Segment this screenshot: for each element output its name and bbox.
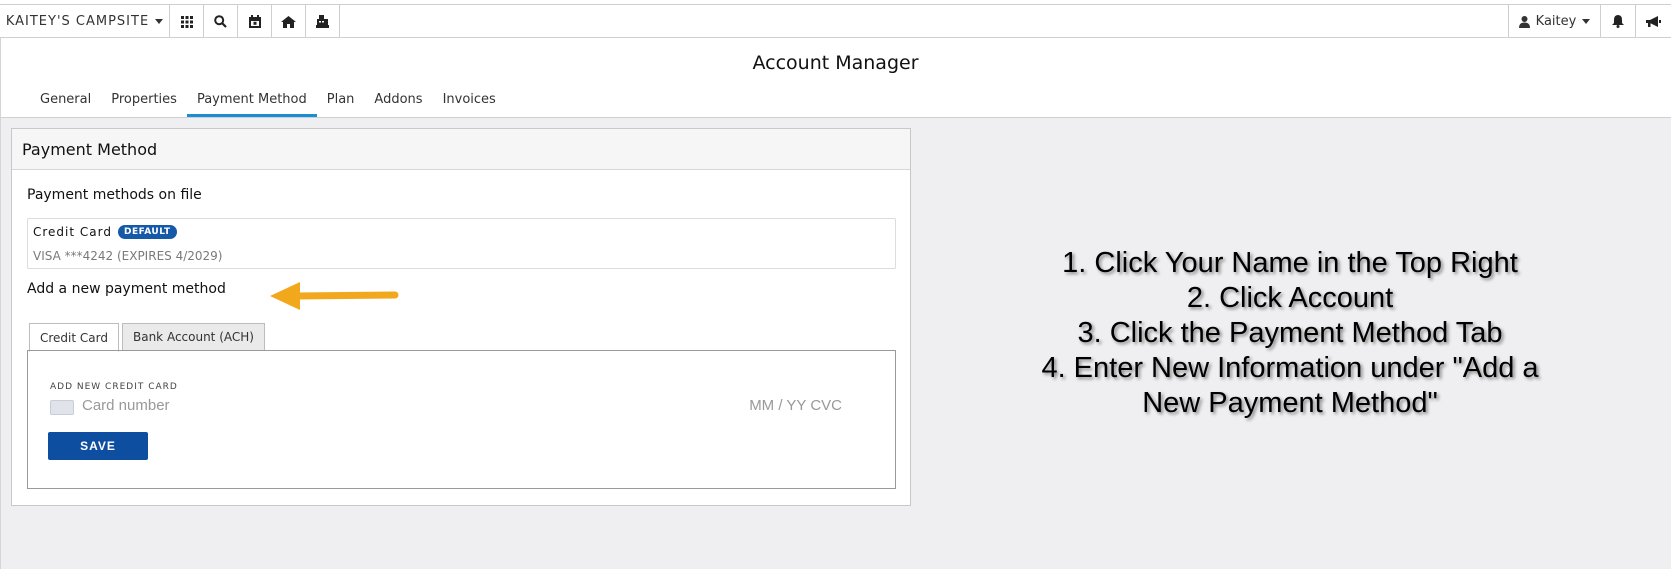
save-button[interactable]: SAVE [48,432,148,460]
payment-method-name-row: Credit Card DEFAULT [33,225,177,239]
tab-bank-account[interactable]: Bank Account (ACH) [121,323,265,351]
tab-general[interactable]: General [30,92,101,117]
instruction-line-1: 1. Click Your Name in the Top Right [1062,247,1518,279]
instruction-line-2: 2. Click Account [1186,282,1394,314]
payment-method-detail: VISA ***4242 (EXPIRES 4/2029) [33,249,223,263]
expiry-cvc-input[interactable]: MM / YY CVC [749,397,842,414]
payment-type-tabs: Credit Card Bank Account (ACH) [29,323,268,352]
tab-plan[interactable]: Plan [317,92,365,117]
tab-properties[interactable]: Properties [101,92,187,117]
credit-card-icon [50,400,74,415]
top-navbar: KAITEY'S CAMPSITE Kaitey [0,4,1671,38]
tab-credit-card[interactable]: Credit Card [29,323,119,352]
payment-method-item[interactable]: Credit Card DEFAULT VISA ***4242 (EXPIRE… [27,218,896,269]
payment-method-name: Credit Card [33,225,112,239]
megaphone-icon[interactable] [1636,5,1671,38]
grid-icon[interactable] [170,5,204,38]
home-icon[interactable] [272,5,306,38]
page-title: Account Manager [752,52,919,74]
user-name: Kaitey [1535,14,1577,29]
site-selector[interactable]: KAITEY'S CAMPSITE [0,5,170,38]
arrow-annotation-icon [270,282,399,310]
payment-method-card: Payment Method Payment methods on file C… [11,128,911,506]
tab-invoices[interactable]: Invoices [433,92,506,117]
on-file-title: Payment methods on file [27,187,202,203]
card-header: Payment Method [12,129,910,170]
instructions-text: 1. Click Your Name in the Top Right 2. C… [960,246,1620,421]
add-card-label: ADD NEW CREDIT CARD [50,382,178,392]
user-icon [1518,15,1530,28]
calendar-icon[interactable] [238,5,272,38]
bell-icon[interactable] [1601,5,1636,38]
instruction-line-3: 3. Click the Payment Method Tab [1077,317,1503,349]
account-tabs: General Properties Payment Method Plan A… [30,92,506,117]
chevron-down-icon [1582,19,1591,24]
search-icon[interactable] [204,5,238,38]
card-input-row[interactable]: Card number MM / YY CVC [50,397,850,417]
instruction-line-5: New Payment Method" [1142,387,1438,419]
card-number-input[interactable]: Card number [82,397,170,414]
user-menu[interactable]: Kaitey [1508,5,1601,38]
credit-card-panel: ADD NEW CREDIT CARD Card number MM / YY … [27,350,896,489]
add-method-title: Add a new payment method [27,281,226,297]
site-name: KAITEY'S CAMPSITE [5,14,150,29]
register-icon[interactable] [306,5,340,38]
tab-payment-method[interactable]: Payment Method [186,92,317,117]
default-badge: DEFAULT [117,225,177,239]
chevron-down-icon [155,19,164,24]
tab-addons[interactable]: Addons [364,92,432,117]
instruction-line-4: 4. Enter New Information under "Add a [1041,352,1539,384]
